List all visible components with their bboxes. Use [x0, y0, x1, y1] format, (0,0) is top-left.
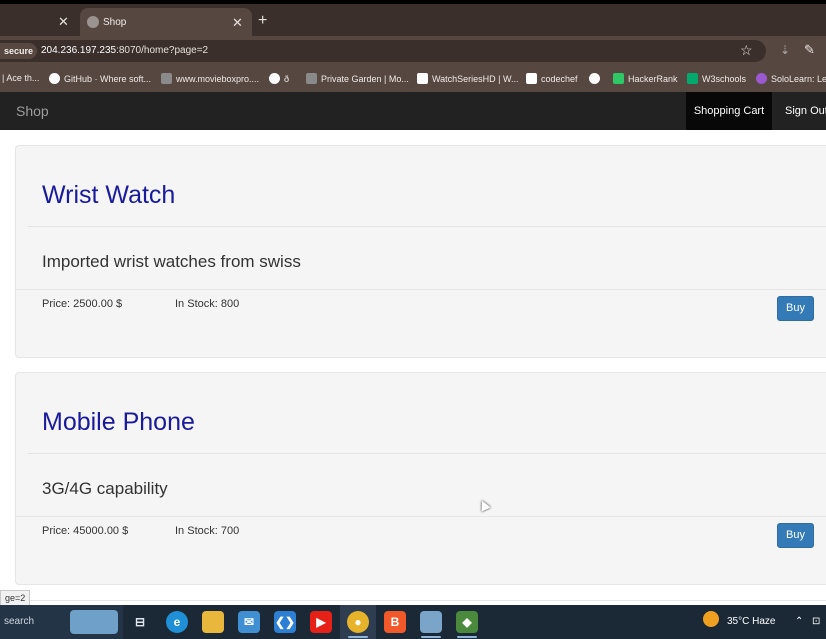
- sololearn-icon: [756, 73, 767, 84]
- bookmark-star-icon[interactable]: ☆: [740, 42, 753, 59]
- bookmark-label: W3schools: [702, 74, 747, 84]
- browser-tabstrip: ✕ Shop ✕ +: [0, 0, 826, 40]
- address-bar[interactable]: secure 204.236.197.235:8070/home?page=2 …: [0, 40, 766, 62]
- active-app-indicator: [348, 636, 368, 638]
- buy-button[interactable]: Buy: [777, 296, 814, 321]
- moviebox-icon: [161, 73, 172, 84]
- bookmark-label: WatchSeriesHD | W...: [432, 74, 519, 84]
- product-card: Wrist Watch Imported wrist watches from …: [15, 145, 826, 358]
- buy-button[interactable]: Buy: [777, 523, 814, 548]
- mail-icon[interactable]: ✉: [238, 611, 260, 633]
- product-list: Wrist Watch Imported wrist watches from …: [0, 130, 826, 605]
- tray-network-icon[interactable]: ⊡: [812, 605, 820, 639]
- browser-tab-previous[interactable]: ✕: [0, 8, 78, 36]
- file-explorer-icon[interactable]: [202, 611, 224, 633]
- bookmark-label: Private Garden | Mo...: [321, 74, 409, 84]
- product-name[interactable]: Wrist Watch: [42, 181, 175, 210]
- bookmark-label: GitHub · Where soft...: [64, 74, 152, 84]
- bookmark-label: | Ace th...: [2, 73, 40, 83]
- url-text[interactable]: 204.236.197.235:8070/home?page=2: [41, 45, 208, 56]
- tab-close-icon[interactable]: ✕: [232, 15, 243, 31]
- bookmark-label: SoloLearn: Lea: [771, 74, 826, 84]
- watchseries-icon: [417, 73, 428, 84]
- notepad-icon[interactable]: [420, 611, 442, 633]
- edge-icon[interactable]: e: [166, 611, 188, 633]
- globe-icon: [589, 73, 600, 84]
- bookmark-item[interactable]: WatchSeriesHD | W...: [417, 73, 519, 84]
- product-stock: In Stock: 700: [175, 525, 240, 537]
- bookmark-item[interactable]: [589, 73, 604, 84]
- product-name[interactable]: Mobile Phone: [42, 408, 195, 437]
- bookmarks-bar: | Ace th... GitHub · Where soft... www.m…: [0, 66, 826, 92]
- chrome-icon[interactable]: ●: [347, 611, 369, 633]
- running-app-indicator: [421, 636, 441, 638]
- codechef-icon: [526, 73, 537, 84]
- bookmark-item[interactable]: www.movieboxpro....: [161, 73, 259, 84]
- screen: ✕ Shop ✕ + secure 204.236.197.235:8070/h…: [0, 0, 826, 639]
- url-host: 204.236.197.235: [41, 45, 117, 56]
- divider: [16, 516, 826, 517]
- git-icon[interactable]: ◆: [456, 611, 478, 633]
- running-app-indicator: [457, 636, 477, 638]
- shopping-cart-link[interactable]: Shopping Cart: [686, 92, 772, 130]
- bookmark-label: codechef: [541, 74, 578, 84]
- security-badge[interactable]: secure: [0, 43, 38, 59]
- product-description: 3G/4G capability: [42, 479, 168, 498]
- weather-icon[interactable]: [703, 611, 719, 627]
- taskbar-search-label: search: [4, 616, 35, 627]
- edit-pen-icon[interactable]: ✎: [804, 42, 815, 58]
- tray-chevron-icon[interactable]: ⌃: [795, 605, 803, 639]
- site-icon: [306, 73, 317, 84]
- product-price: Price: 2500.00 $: [42, 298, 123, 310]
- bookmark-label: HackerRank: [628, 74, 678, 84]
- github-icon: [49, 73, 60, 84]
- os-taskbar: search ⊟ e ✉ ❮❯ ▶ ● B ◆ 35°C Haze ⌃ ⊡: [0, 605, 826, 639]
- product-stock: In Stock: 800: [175, 298, 240, 310]
- brand-link[interactable]: Shop: [16, 103, 49, 119]
- bookmark-item[interactable]: ð: [269, 73, 289, 84]
- extension-icon[interactable]: ⇣: [780, 43, 790, 57]
- bookmark-item[interactable]: SoloLearn: Lea: [756, 73, 826, 84]
- task-view-icon[interactable]: ⊟: [129, 611, 151, 633]
- youtube-icon[interactable]: ▶: [310, 611, 332, 633]
- w3schools-icon: [687, 73, 698, 84]
- weather-text[interactable]: 35°C Haze: [727, 605, 775, 639]
- bookmark-item[interactable]: | Ace th...: [2, 73, 39, 83]
- divider: [28, 226, 826, 227]
- tab-close-icon[interactable]: ✕: [58, 14, 69, 30]
- status-bar-link: ge=2: [0, 590, 31, 606]
- vscode-icon[interactable]: ❮❯: [274, 611, 296, 633]
- bookmark-item[interactable]: Private Garden | Mo...: [306, 73, 409, 84]
- hackerrank-icon: [613, 73, 624, 84]
- search-highlight-icon: [70, 610, 118, 634]
- bookmark-label: www.movieboxpro....: [176, 74, 260, 84]
- divider: [16, 289, 826, 290]
- divider: [28, 453, 826, 454]
- product-description: Imported wrist watches from swiss: [42, 252, 301, 271]
- globe-icon: [269, 73, 280, 84]
- bookmark-item[interactable]: HackerRank: [613, 73, 678, 84]
- new-tab-button[interactable]: +: [258, 12, 267, 30]
- site-navbar: Shop Shopping Cart Sign Out: [0, 92, 826, 130]
- browser-toolbar: secure 204.236.197.235:8070/home?page=2 …: [0, 36, 826, 66]
- tab-title: Shop: [103, 17, 127, 28]
- product-card: Mobile Phone 3G/4G capability Price: 450…: [15, 372, 826, 585]
- bookmark-item[interactable]: W3schools: [687, 73, 746, 84]
- taskbar-search[interactable]: search: [0, 605, 123, 639]
- url-path: :8070/home?page=2: [116, 45, 209, 56]
- bookmark-item[interactable]: codechef: [526, 73, 578, 84]
- brave-icon[interactable]: B: [384, 611, 406, 633]
- globe-icon: [87, 16, 99, 28]
- bookmark-item[interactable]: GitHub · Where soft...: [49, 73, 151, 84]
- bookmark-label: ð: [284, 74, 290, 84]
- product-price: Price: 45000.00 $: [42, 525, 129, 537]
- sign-out-link[interactable]: Sign Out: [785, 92, 826, 130]
